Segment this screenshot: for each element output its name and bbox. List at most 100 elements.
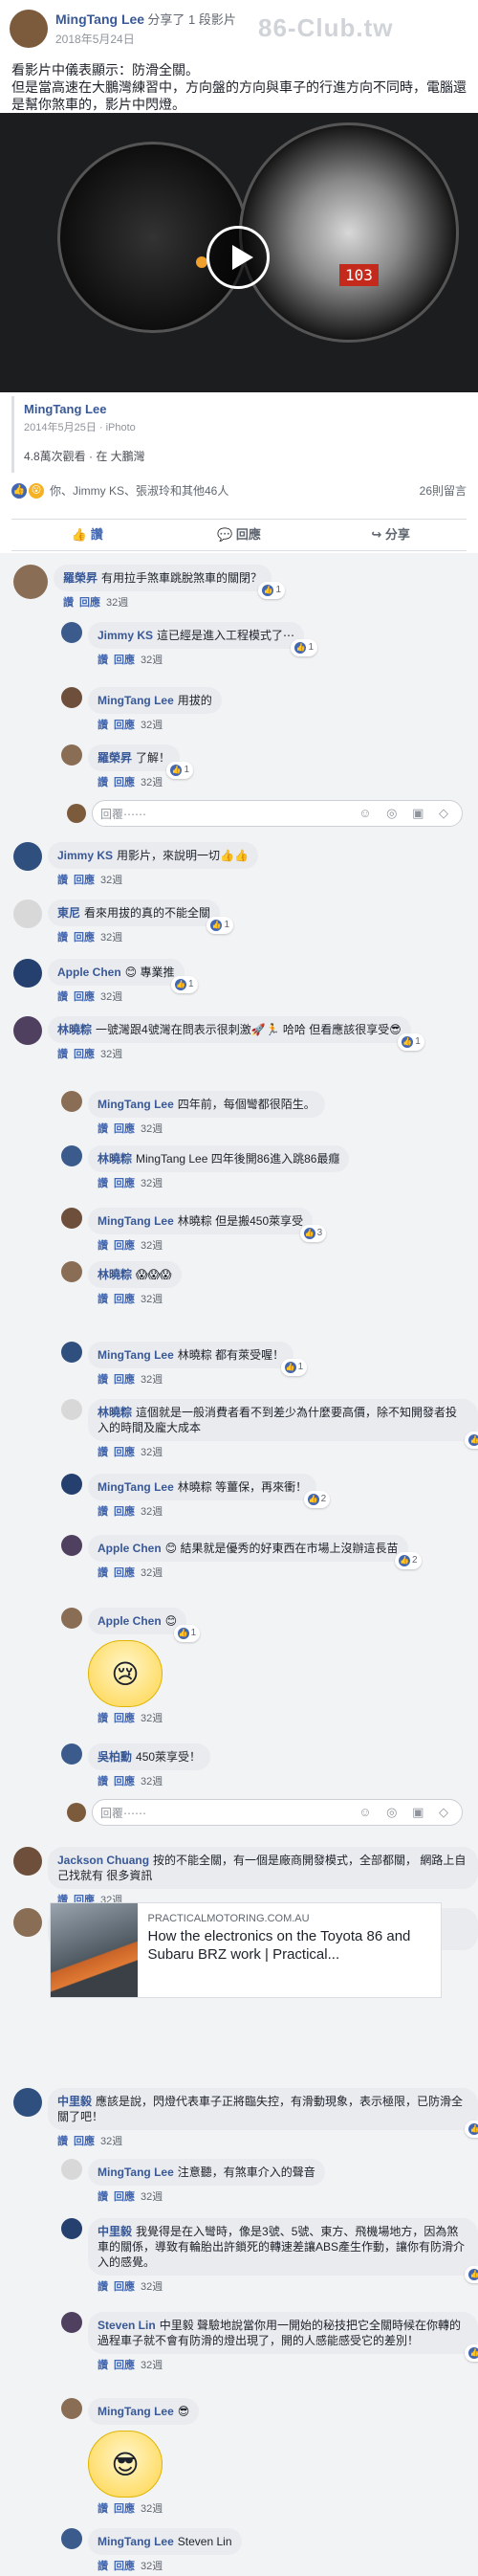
comment-like-link[interactable]: 讚 [98,655,108,666]
comment-time[interactable]: 32週 [100,875,122,886]
comment-time[interactable]: 32週 [141,2281,163,2293]
comment-reply-link[interactable]: 回應 [79,597,100,609]
comment-reaction-count[interactable]: 👍1 [465,2266,478,2283]
link-title[interactable]: How the electronics on the Toyota 86 and… [147,1927,431,1964]
commenter-name[interactable]: Jimmy KS [98,629,153,642]
comment-reply-link[interactable]: 回應 [114,1240,135,1252]
comment-time[interactable]: 32週 [141,2360,163,2371]
comment-like-link[interactable]: 讚 [57,2136,68,2147]
author-avatar[interactable] [10,10,48,48]
reply-input[interactable]: 回覆⋯⋯ ☺ ◎ ▣ ◇ [92,1799,463,1826]
commenter-avatar[interactable] [61,1261,82,1282]
comment-like-link[interactable]: 讚 [98,2281,108,2293]
comment-reply-link[interactable]: 回應 [114,1447,135,1458]
comment-reply-link[interactable]: 回應 [114,1374,135,1386]
comment-like-link[interactable]: 讚 [98,1776,108,1788]
comment-like-link[interactable]: 讚 [98,720,108,731]
comment-time[interactable]: 32週 [141,1776,163,1788]
comment-reaction-count[interactable]: 👍1 [258,582,286,599]
comment-reply-link[interactable]: 回應 [114,1567,135,1579]
input-tools-icons[interactable]: ☺ ◎ ▣ ◇ [358,1805,454,1820]
comment-like-link[interactable]: 讚 [63,597,74,609]
commenter-avatar[interactable] [13,959,42,988]
comment-time[interactable]: 32週 [141,2191,163,2203]
commenter-name[interactable]: 羅榮昇 [98,751,132,765]
comment-reaction-count[interactable]: 👍1 [465,2121,478,2138]
comment-time[interactable]: 32週 [100,2136,122,2147]
reactions-bar[interactable]: 👍 😮 你、Jimmy KS、張淑玲和其他46人 26則留言 [11,482,467,499]
comment-time[interactable]: 32週 [100,991,122,1003]
like-button[interactable]: 👍 讚 [11,520,163,550]
commenter-avatar[interactable] [61,1474,82,1495]
comment-reply-link[interactable]: 回應 [74,991,95,1003]
comment-like-link[interactable]: 讚 [57,991,68,1003]
comment-time[interactable]: 32週 [141,2561,163,2572]
comment-like-link[interactable]: 讚 [98,1294,108,1305]
comment-time[interactable]: 32週 [141,1240,163,1252]
commenter-name[interactable]: 吳柏勳 [98,1750,132,1764]
commenter-avatar[interactable] [13,1908,42,1937]
comment-reply-link[interactable]: 回應 [114,1776,135,1788]
comment-reaction-count[interactable]: 👍1 [170,976,198,993]
comment-reaction-count[interactable]: 👍 2 [394,1552,422,1569]
commenter-avatar[interactable] [61,2312,82,2333]
comment-reaction-count[interactable]: 👍 2 [303,1491,331,1508]
comment-reply-link[interactable]: 回應 [114,1178,135,1189]
post-date[interactable]: 2018年5月24日 [55,31,236,47]
commenter-name[interactable]: MingTang Lee [98,2165,174,2179]
comment-like-link[interactable]: 讚 [57,875,68,886]
commenter-name[interactable]: Apple Chen [98,1614,162,1628]
commenter-name[interactable]: 東尼 [57,906,80,920]
comment-time[interactable]: 32週 [141,720,163,731]
comment-reply-link[interactable]: 回應 [114,1506,135,1518]
comment-reply-link[interactable]: 回應 [74,2136,95,2147]
commenter-name[interactable]: MingTang Lee [98,1214,174,1228]
commenter-avatar[interactable] [13,899,42,928]
comment-reply-link[interactable]: 回應 [114,2281,135,2293]
commenter-avatar[interactable] [13,565,48,599]
commenter-avatar[interactable] [61,744,82,766]
commenter-avatar[interactable] [61,1342,82,1363]
comment-like-link[interactable]: 讚 [98,1240,108,1252]
comment-time[interactable]: 32週 [141,1294,163,1305]
commenter-name[interactable]: MingTang Lee [98,2535,174,2548]
comment-like-link[interactable]: 讚 [57,1049,68,1060]
commenter-name[interactable]: Apple Chen [57,966,121,979]
comment-time[interactable]: 32週 [141,2503,163,2515]
commenter-avatar[interactable] [61,1208,82,1229]
commenter-name[interactable]: MingTang Lee [98,1098,174,1111]
commenter-avatar[interactable] [13,1016,42,1045]
commenter-name[interactable]: MingTang Lee [98,2405,174,2418]
comment-reply-link[interactable]: 回應 [74,1049,95,1060]
commenter-name[interactable]: 林曉粽 [98,1406,132,1419]
comment-time[interactable]: 32週 [141,1374,163,1386]
comment-count[interactable]: 26則留言 [420,482,467,499]
commenter-name[interactable]: Steven Lin [98,2319,156,2332]
commenter-name[interactable]: MingTang Lee [98,1348,174,1362]
commenter-avatar[interactable] [13,2088,42,2117]
comment-reply-link[interactable]: 回應 [114,655,135,666]
comment-reply-link[interactable]: 回應 [114,1294,135,1305]
commenter-avatar[interactable] [61,2528,82,2549]
comment-reaction-count[interactable]: 👍1 [206,917,234,934]
commenter-avatar[interactable] [61,1535,82,1556]
comment-reaction-count[interactable]: 👍3 [465,1432,478,1449]
commenter-name[interactable]: 羅榮昇 [63,571,98,585]
comment-like-link[interactable]: 讚 [98,1447,108,1458]
comment-reply-link[interactable]: 回應 [114,1713,135,1724]
comment-reaction-count[interactable]: 👍1 [173,1625,201,1642]
comment-like-link[interactable]: 讚 [98,2191,108,2203]
comment-time[interactable]: 32週 [141,1567,163,1579]
comment-time[interactable]: 32週 [141,655,163,666]
input-tools-icons[interactable]: ☺ ◎ ▣ ◇ [358,806,454,821]
comment-time[interactable]: 32週 [106,597,128,609]
comment-reaction-count[interactable]: 👍1 [280,1359,308,1376]
commenter-name[interactable]: Apple Chen [98,1542,162,1555]
commenter-avatar[interactable] [61,2159,82,2180]
reply-input[interactable]: 回覆⋯⋯ ☺ ◎ ▣ ◇ [92,800,463,827]
commenter-avatar[interactable] [61,2218,82,2239]
comment-like-link[interactable]: 讚 [98,1178,108,1189]
commenter-name[interactable]: 林曉粽 [98,1152,132,1166]
commenter-name[interactable]: Jackson Chuang [57,1854,149,1867]
commenter-avatar[interactable] [61,1091,82,1112]
